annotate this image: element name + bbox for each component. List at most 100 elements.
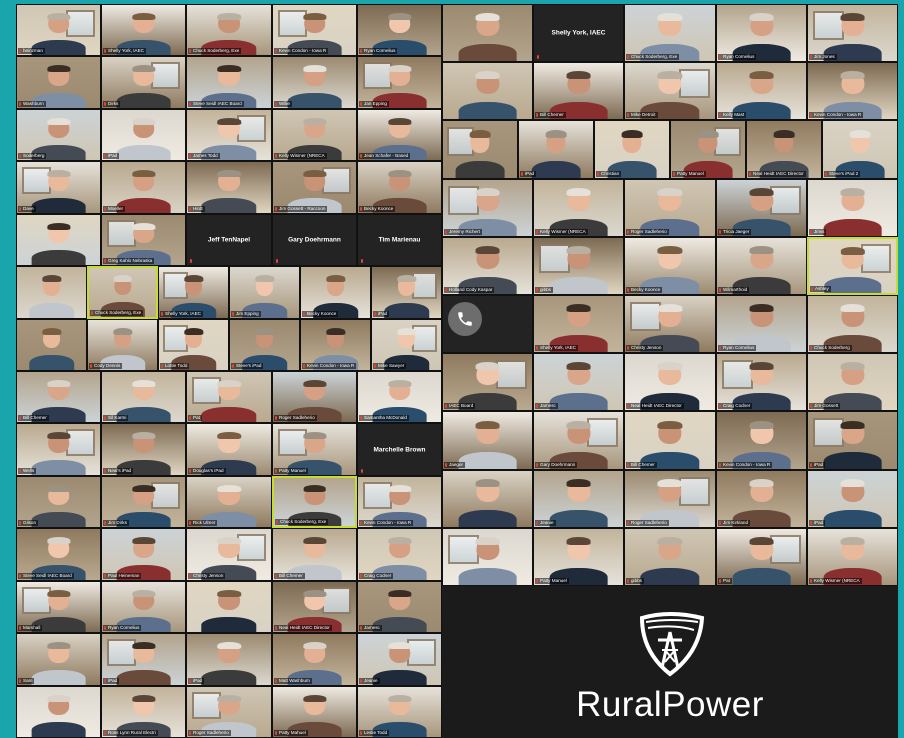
participant-tile[interactable]: Kelly Wismer (NRECA [533, 179, 624, 237]
participant-tile[interactable]: Ross Lynn Rural Electri [101, 686, 186, 738]
participant-tile[interactable]: Becky Koonce [357, 161, 442, 214]
participant-tile[interactable]: Neal Heidt IAEC Director [746, 120, 822, 179]
participant-tile[interactable]: Roger Sadleherio [624, 179, 716, 237]
participant-tile[interactable]: Shelly York, IAEC [533, 295, 624, 353]
participant-tile[interactable] [442, 62, 533, 120]
participant-tile[interactable]: Kelly Wismer (NRECA [272, 109, 357, 161]
participant-tile[interactable]: Steve Seidl IAEC Board [16, 528, 101, 581]
participant-tile[interactable]: Dave [16, 161, 101, 214]
participant-tile[interactable]: Jim Kirkland [716, 470, 807, 528]
participant-tile[interactable]: Rick Ulmer [186, 476, 272, 528]
participant-tile[interactable]: Tricia Jaeger [716, 179, 807, 237]
participant-tile[interactable]: Kevin Condon - Iowa R [716, 411, 807, 470]
participant-tile[interactable]: Jamesc [357, 581, 442, 633]
participant-tile[interactable]: Mike Detroit [624, 62, 716, 120]
participant-tile[interactable] [186, 581, 272, 633]
participant-tile[interactable]: Jaeger [442, 411, 533, 470]
participant-tile[interactable]: Bill Chemer [272, 528, 357, 581]
participant-tile[interactable]: Jim Epping [229, 266, 300, 319]
participant-tile[interactable]: Lottie Todd [158, 319, 229, 371]
participant-tile[interactable]: iPad [101, 633, 186, 686]
participant-tile[interactable]: Neal Heidt IAEC Director [624, 353, 716, 411]
participant-tile[interactable]: heinzman [16, 4, 101, 56]
participant-tile[interactable]: Soderberg [16, 109, 101, 161]
participant-tile[interactable]: Becky Koonce [300, 266, 371, 319]
participant-tile[interactable]: Kevin Condon - Iowa R [272, 4, 357, 56]
participant-tile[interactable]: Ashley [807, 237, 898, 295]
participant-tile[interactable]: iPad [518, 120, 594, 179]
participant-tile[interactable]: Bill Chemer [533, 62, 624, 120]
participant-tile[interactable]: Gilson [16, 476, 101, 528]
participant-tile[interactable] [16, 266, 87, 319]
participant-tile[interactable]: Wells [16, 423, 101, 476]
participant-tile[interactable]: iPad [186, 633, 272, 686]
participant-tile[interactable]: iPad [807, 470, 898, 528]
participant-tile[interactable]: IAEC Board [442, 353, 533, 411]
participant-tile[interactable] [442, 4, 533, 62]
participant-tile[interactable]: Cody Dennis [87, 319, 158, 371]
participant-tile[interactable]: Chuck Soderberg, Exe [87, 266, 158, 319]
participant-tile[interactable]: Patty Manuel [533, 528, 624, 586]
participant-tile[interactable]: iPad [101, 109, 186, 161]
participant-tile[interactable]: Jimis [807, 179, 898, 237]
participant-tile[interactable]: iPad [807, 411, 898, 470]
participant-tile-video-off[interactable]: Jeff TenNapel [186, 214, 272, 266]
participant-tile[interactable]: Kevin Condon - Iowa R [807, 62, 898, 120]
participant-tile[interactable]: Christian [594, 120, 670, 179]
participant-tile[interactable] [16, 214, 101, 266]
participant-tile[interactable]: Steve's iPad 2 [822, 120, 898, 179]
participant-tile[interactable]: Shelly York, IAEC [158, 266, 229, 319]
participant-tile[interactable]: Kevin Condon - Iowa R [300, 319, 371, 371]
participant-tile[interactable]: Jim Gossett [807, 353, 898, 411]
participant-tile[interactable]: Dirks [101, 56, 186, 109]
participant-tile[interactable]: Willie [272, 56, 357, 109]
participant-tile[interactable]: Pat [716, 528, 807, 586]
participant-tile[interactable]: Steve Seidl IAEC Board [186, 56, 272, 109]
participant-tile[interactable]: Steve's iPad [229, 319, 300, 371]
participant-tile[interactable] [442, 528, 533, 586]
participant-tile[interactable]: Jeremy Richert [442, 179, 533, 237]
participant-tile[interactable]: Mike Sawyer [371, 319, 442, 371]
participant-tile[interactable]: gibbs [624, 528, 716, 586]
participant-tile[interactable]: Ryan Cornelius [357, 4, 442, 56]
participant-tile[interactable]: Marshall [16, 581, 101, 633]
participant-tile[interactable]: James Todd [186, 109, 272, 161]
participant-tile[interactable]: Moeller [101, 161, 186, 214]
participant-tile-video-off[interactable]: Gary Doehrmann [272, 214, 357, 266]
participant-tile[interactable]: Bill Chemer [16, 371, 101, 423]
participant-tile[interactable]: Chuck Soderberg, Exe [624, 4, 716, 62]
participant-tile[interactable]: iPad [371, 266, 442, 319]
participant-tile[interactable]: Craig Codner [716, 353, 807, 411]
participant-tile[interactable]: Kelly Mast [716, 62, 807, 120]
participant-tile[interactable]: Neal's iPad [101, 423, 186, 476]
participant-tile[interactable] [16, 319, 87, 371]
participant-tile[interactable]: Kevin Condon - Iowa R [357, 476, 442, 528]
participant-tile[interactable] [442, 120, 518, 179]
participant-tile[interactable]: Shelly York, IAEC [101, 4, 186, 56]
participant-tile[interactable]: Leslie Todd [357, 686, 442, 738]
participant-tile[interactable]: Douglas's iPad [186, 423, 272, 476]
participant-tile[interactable]: Patty Manuel [670, 120, 746, 179]
participant-tile[interactable]: Bill Chemer [624, 411, 716, 470]
participant-tile[interactable]: Jim Gossett - Raccoon [272, 161, 357, 214]
participant-tile-video-off[interactable]: Marchelle Brown [357, 423, 442, 476]
participant-tile[interactable]: Sam [16, 633, 101, 686]
participant-tile[interactable]: gibbs [533, 237, 624, 295]
participant-tile[interactable]: Matt Washburn [272, 633, 357, 686]
participant-tile[interactable]: Christy Jenson [186, 528, 272, 581]
participant-tile[interactable]: Greg Kahlo Nebraska [101, 214, 186, 266]
participant-tile[interactable]: Chuck Soderberg [807, 295, 898, 353]
participant-tile[interactable]: Ryan Cornelius [101, 581, 186, 633]
participant-tile[interactable]: Patty Manuel [272, 423, 357, 476]
participant-tile[interactable]: Jamesc [533, 353, 624, 411]
participant-tile[interactable]: Christy Jenson [624, 295, 716, 353]
participant-tile[interactable]: Jean Schafer - Based [357, 109, 442, 161]
participant-tile[interactable]: Chuck Soderberg, Exe [272, 476, 357, 528]
participant-tile[interactable]: Neal Heidt IAEC Director [272, 581, 357, 633]
participant-tile-video-off[interactable]: Shelly York, IAEC [533, 4, 624, 62]
participant-tile[interactable] [16, 686, 101, 738]
participant-tile[interactable]: Jim Jones [807, 4, 898, 62]
participant-tile[interactable]: Roger Sadleherio [186, 686, 272, 738]
participant-tile[interactable]: Jeanie [533, 470, 624, 528]
participant-tile[interactable]: Sil Karmi [101, 371, 186, 423]
